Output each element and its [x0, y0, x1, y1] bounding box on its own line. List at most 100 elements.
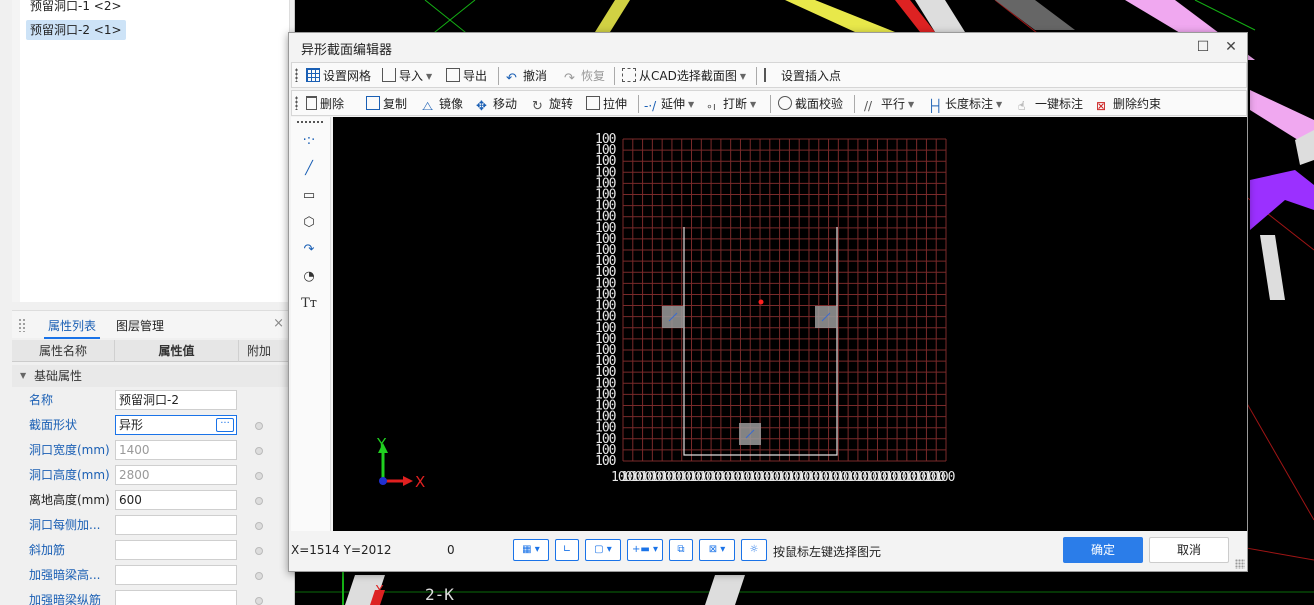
property-row: 名称 预留洞口-2 [12, 388, 290, 413]
attach-radio[interactable] [255, 522, 263, 530]
property-value-field[interactable]: 异形 ··· [115, 415, 237, 435]
rectangle-tool-icon[interactable]: ▭ [297, 186, 321, 206]
toolbar-grip[interactable] [295, 96, 298, 110]
tab-property-list[interactable]: 属性列表 [44, 317, 101, 339]
delete-constraint-button[interactable]: ⊠ 删除约束 [1096, 94, 1161, 114]
drag-grip-icon[interactable] [18, 318, 26, 332]
break-button[interactable]: ∘ı 打断 ▼ [706, 94, 756, 114]
rotate-button[interactable]: ↻ 旋转 [532, 94, 573, 114]
export-button[interactable]: 导出 [446, 66, 487, 86]
property-value: 预留洞口-2 [119, 393, 179, 407]
chevron-down-icon: ▼ [996, 100, 1003, 109]
section-drawing-canvas[interactable]: 100 100 100 100 100 100 100 100 100 100 100 100 100 1… [333, 117, 1247, 531]
attach-radio[interactable] [255, 572, 263, 580]
copy-button[interactable]: 复制 [366, 94, 407, 114]
property-name: 离地高度(mm) [29, 493, 110, 507]
length-dimension-button[interactable]: ├┤ 长度标注 ▼ [928, 94, 1002, 114]
ok-button[interactable]: 确定 [1063, 537, 1143, 563]
grid-snap-button[interactable]: ▦ ▾ [513, 539, 549, 561]
line-tool-icon[interactable]: ╱ [297, 159, 321, 179]
attach-radio[interactable] [255, 597, 263, 605]
coordinate-readout: X=1514 Y=2012 [291, 543, 392, 557]
attach-radio[interactable] [255, 497, 263, 505]
section-check-label: 截面校验 [795, 97, 844, 111]
polygon-tool-icon[interactable]: ⬡ [297, 213, 321, 233]
move-icon: ✥ [476, 99, 487, 114]
property-row: 洞口高度(mm) 2800 [12, 463, 290, 488]
property-value-field[interactable] [115, 565, 237, 585]
undo-button[interactable]: ↶ 撤消 [506, 66, 547, 86]
text-tool-icon[interactable]: Tт [297, 294, 321, 314]
property-value-field[interactable]: 600 [115, 490, 237, 510]
stretch-button[interactable]: 拉伸 [586, 94, 627, 114]
set-insert-point-button[interactable]: 设置插入点 [764, 66, 841, 86]
section-check-button[interactable]: 截面校验 [778, 94, 843, 114]
section-check-icon [778, 96, 792, 110]
resize-grip[interactable] [1235, 559, 1245, 569]
ortho-button[interactable]: ∟ [555, 539, 579, 561]
object-snap-button[interactable]: ▢ ▾ [585, 539, 621, 561]
tree-item-opening-2[interactable]: 预留洞口-2 <1> [26, 20, 126, 40]
property-row: 离地高度(mm) 600 [12, 488, 290, 513]
property-row: 截面形状 异形 ··· [12, 413, 290, 438]
attach-radio[interactable] [255, 472, 263, 480]
import-button[interactable]: 导入 ▼ [382, 66, 432, 86]
maximize-icon[interactable]: ☐ [1193, 37, 1213, 57]
dialog-titlebar[interactable]: 异形截面编辑器 ☐ ✕ [289, 33, 1247, 61]
tab-layer-manager[interactable]: 图层管理 [112, 317, 168, 339]
tree-scrollbar[interactable] [12, 0, 20, 302]
attach-radio[interactable] [255, 547, 263, 555]
header-prop-extra: 附加 [246, 344, 271, 358]
view-mode-button[interactable]: ⊠ ▾ [699, 539, 735, 561]
more-options-button[interactable]: ··· [216, 418, 234, 432]
property-value-field[interactable]: 预留洞口-2 [115, 390, 237, 410]
property-value-field[interactable]: 2800 [115, 465, 237, 485]
move-button[interactable]: ✥ 移动 [476, 94, 517, 114]
lightbulb-button[interactable]: ☼ [741, 539, 767, 561]
select-from-cad-button[interactable]: 从CAD选择截面图 ▼ [622, 66, 746, 86]
trash-icon [306, 96, 317, 110]
redo-button[interactable]: ↷ 恢复 [564, 66, 605, 86]
extend-button[interactable]: -·/ 延伸 ▼ [644, 94, 694, 114]
status-hint: 按鼠标左键选择图元 [773, 545, 882, 559]
property-name: 加强暗梁纵筋 [29, 593, 102, 605]
delete-constraint-icon: ⊠ [1096, 99, 1107, 113]
rotate-label: 旋转 [549, 97, 574, 111]
delete-button[interactable]: 删除 [306, 94, 344, 114]
set-grid-button[interactable]: 设置网格 [306, 66, 371, 86]
cancel-button[interactable]: 取消 [1149, 537, 1229, 563]
toolbar-separator [770, 95, 771, 113]
dimension-snap-button[interactable]: +▬ ▾ [627, 539, 663, 561]
group-label: 基础属性 [34, 369, 83, 383]
dimension-icon: ├┤ [928, 99, 943, 113]
circle-tool-icon[interactable]: ◔ [297, 267, 321, 287]
property-value-field[interactable] [115, 590, 237, 605]
collapse-triangle-icon[interactable]: ▼ [20, 365, 26, 387]
close-icon[interactable]: ✕ [1221, 37, 1241, 57]
property-value-field[interactable]: 1400 [115, 440, 237, 460]
arc-tool-icon[interactable]: ↷ [297, 240, 321, 260]
stack-icon: ⧉ [677, 544, 685, 555]
component-tree: 预留洞口-1 <2> 预留洞口-2 <1> [12, 0, 290, 302]
draw-toolbox: ·:· ╱ ▭ ⬡ ↷ ◔ Tт [291, 117, 331, 531]
tree-item-opening-1[interactable]: 预留洞口-1 <2> [26, 0, 126, 16]
insert-point-icon [764, 68, 778, 82]
toolbox-grip[interactable] [297, 121, 323, 123]
point-tool-icon[interactable]: ·:· [297, 131, 321, 151]
auto-dimension-button[interactable]: ☝ 一键标注 [1018, 94, 1083, 114]
toolbar-separator [756, 67, 757, 85]
copy-icon [366, 96, 380, 110]
property-group-basic[interactable]: ▼ 基础属性 [12, 365, 290, 387]
property-value-field[interactable] [115, 540, 237, 560]
stack-view-button[interactable]: ⧉ [669, 539, 693, 561]
attach-radio[interactable] [255, 447, 263, 455]
parallel-button[interactable]: // 平行 ▼ [864, 94, 914, 114]
toolbar-grip[interactable] [295, 68, 298, 82]
axis-y-label: Y [376, 435, 387, 453]
property-name: 洞口宽度(mm) [29, 443, 110, 457]
extend-icon: -·/ [644, 99, 657, 113]
close-icon[interactable]: × [273, 316, 284, 331]
mirror-button[interactable]: ⧍ 镜像 [422, 94, 463, 114]
property-value-field[interactable] [115, 515, 237, 535]
attach-radio[interactable] [255, 422, 263, 430]
